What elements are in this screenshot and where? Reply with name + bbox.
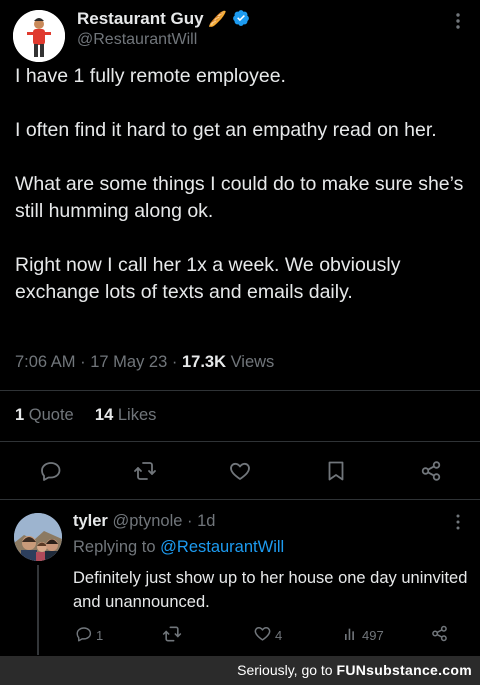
meta-separator: · — [80, 353, 86, 371]
reply-views-button[interactable]: 497 — [343, 624, 384, 646]
tweet-paragraph: What are some things I could do to make … — [15, 173, 464, 222]
reply-like-button[interactable]: 4 — [253, 624, 282, 646]
meta-separator: · — [171, 353, 178, 371]
retweet-icon[interactable] — [130, 456, 160, 486]
author-handle[interactable]: @RestaurantWill — [77, 31, 197, 49]
watermark-prefix: Seriously, go to — [237, 662, 333, 678]
divider — [0, 441, 480, 442]
retweet-icon — [162, 624, 182, 647]
reply-icon[interactable] — [36, 456, 66, 486]
watermark-bar: Seriously, go to FUNsubstance.com — [0, 656, 480, 685]
reply-icon — [75, 625, 93, 646]
views-label: Views — [230, 353, 275, 371]
engagement-stats: 1 Quote 14 Likes — [15, 406, 156, 425]
likes-link[interactable]: 14 Likes — [95, 406, 156, 424]
reply-retweet-button[interactable] — [162, 624, 182, 646]
reply-like-count: 4 — [275, 627, 283, 643]
replying-to: Replying to @RestaurantWill — [73, 538, 284, 557]
replying-prefix: Replying to — [73, 538, 156, 556]
reply-share-button[interactable] — [430, 624, 449, 646]
tweet-time[interactable]: 7:06 AM — [15, 353, 76, 371]
bookmark-icon[interactable] — [321, 456, 351, 486]
tweet-paragraph: Right now I call her 1x a week. We obvio… — [15, 254, 401, 303]
watermark-text: Seriously, go to FUNsubstance.com — [237, 662, 472, 678]
author-display-name[interactable]: Restaurant Guy — [77, 9, 204, 28]
quotes-link[interactable]: 1 Quote — [15, 406, 78, 424]
author-name-row[interactable]: Restaurant Guy 🥖 — [77, 9, 250, 32]
reply-reply-button[interactable]: 1 — [75, 624, 103, 646]
reply-reply-count: 1 — [96, 627, 104, 643]
reply-text: Definitely just show up to her house one… — [73, 569, 468, 611]
share-icon[interactable] — [416, 456, 446, 486]
like-icon — [253, 624, 272, 646]
tweet-paragraph: I often find it hard to get an empathy r… — [15, 119, 437, 141]
views-count: 17.3K — [181, 353, 226, 371]
reply-name-row[interactable]: tyler @ptynole · 1d — [73, 512, 215, 531]
likes-count: 14 — [94, 406, 114, 424]
reply-action-bar: 1 4 497 — [0, 624, 480, 646]
share-icon — [430, 624, 449, 646]
author-avatar[interactable] — [13, 10, 65, 62]
tweet-action-bar — [0, 456, 480, 486]
tweet-text: I have 1 fully remote employee. I often … — [15, 63, 470, 333]
tweet-date[interactable]: 17 May 23 — [90, 353, 167, 371]
replying-to-link[interactable]: @RestaurantWill — [160, 538, 284, 556]
quote-count: 1 — [15, 406, 25, 424]
reply-more-icon[interactable] — [449, 513, 467, 536]
likes-label: Likes — [117, 406, 157, 424]
divider — [0, 499, 480, 500]
views-icon — [343, 626, 359, 645]
quote-label: Quote — [28, 406, 74, 424]
verified-badge-icon — [232, 9, 250, 32]
reply-display-name[interactable]: tyler — [73, 512, 108, 530]
more-icon[interactable] — [449, 12, 467, 35]
watermark-brand: FUNsubstance.com — [336, 662, 472, 678]
divider — [0, 390, 480, 391]
tweet-meta: 7:06 AM · 17 May 23 · 17.3K Views — [15, 353, 274, 372]
tweet-paragraph: I have 1 fully remote employee. — [15, 65, 286, 87]
reply-handle[interactable]: @ptynole — [112, 512, 182, 530]
name-emoji: 🥖 — [208, 11, 228, 28]
reply-age: · 1d — [187, 512, 216, 530]
reply-view-count: 497 — [362, 627, 384, 643]
reply-avatar[interactable] — [14, 513, 62, 561]
like-icon[interactable] — [225, 456, 255, 486]
